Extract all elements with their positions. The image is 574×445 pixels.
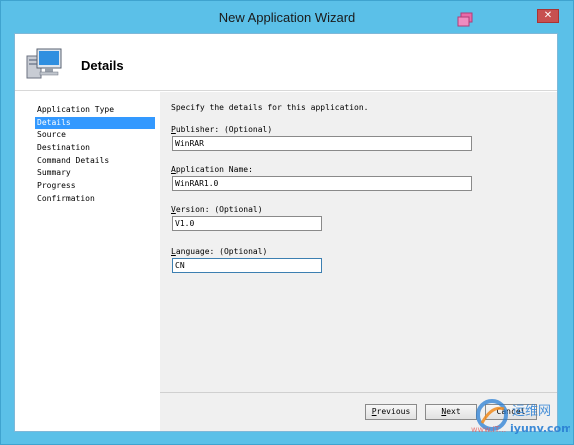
step-progress[interactable]: Progress bbox=[35, 180, 155, 192]
computer-icon bbox=[26, 48, 62, 79]
language-label: Language: (Optional) bbox=[171, 247, 267, 256]
wizard-steps-nav: Application Type Details Source Destinat… bbox=[15, 92, 159, 431]
application-name-field[interactable] bbox=[172, 176, 472, 191]
version-field[interactable] bbox=[172, 216, 322, 231]
step-details[interactable]: Details bbox=[35, 117, 155, 129]
wizard-client-area: Details Application Type Details Source … bbox=[14, 33, 558, 432]
wizard-window: New Application Wizard ✕ Details Applica… bbox=[0, 0, 574, 445]
previous-button[interactable]: Previous bbox=[365, 404, 417, 420]
app-name-label: Application Name: bbox=[171, 165, 253, 174]
version-label: Version: (Optional) bbox=[171, 205, 263, 214]
watermark-logo: 运维网 www.iT... iyunv.com bbox=[471, 399, 570, 435]
publisher-label: Publisher: (Optional) bbox=[171, 125, 272, 134]
app-name-label-text: pplication Name: bbox=[175, 165, 253, 174]
details-form: Specify the details for this application… bbox=[160, 92, 557, 392]
wizard-header: Details bbox=[15, 34, 557, 91]
language-label-text: anguage: (Optional) bbox=[175, 247, 268, 256]
previous-text: revious bbox=[376, 407, 411, 416]
version-label-text: ersion: (Optional) bbox=[175, 205, 263, 214]
step-application-type[interactable]: Application Type bbox=[35, 104, 155, 116]
instruction-text: Specify the details for this application… bbox=[171, 103, 369, 112]
app-window-icon bbox=[457, 12, 473, 27]
watermark-site2-text: iyunv.com bbox=[510, 422, 570, 435]
next-text: ext bbox=[446, 407, 461, 416]
title-bar[interactable]: New Application Wizard ✕ bbox=[1, 1, 573, 32]
language-field[interactable] bbox=[172, 258, 322, 273]
page-title: Details bbox=[81, 58, 124, 73]
publisher-field[interactable] bbox=[172, 136, 472, 151]
publisher-label-text: ublisher: (Optional) bbox=[175, 125, 273, 134]
close-button[interactable]: ✕ bbox=[537, 9, 559, 23]
step-source[interactable]: Source bbox=[35, 129, 155, 141]
window-title: New Application Wizard bbox=[218, 10, 356, 25]
step-summary[interactable]: Summary bbox=[35, 167, 155, 179]
step-destination[interactable]: Destination bbox=[35, 142, 155, 154]
step-confirmation[interactable]: Confirmation bbox=[35, 193, 155, 205]
step-command-details[interactable]: Command Details bbox=[35, 155, 155, 167]
watermark-site1-text: www.iT... bbox=[471, 425, 506, 434]
watermark-chinese-text: 运维网 bbox=[512, 404, 551, 419]
